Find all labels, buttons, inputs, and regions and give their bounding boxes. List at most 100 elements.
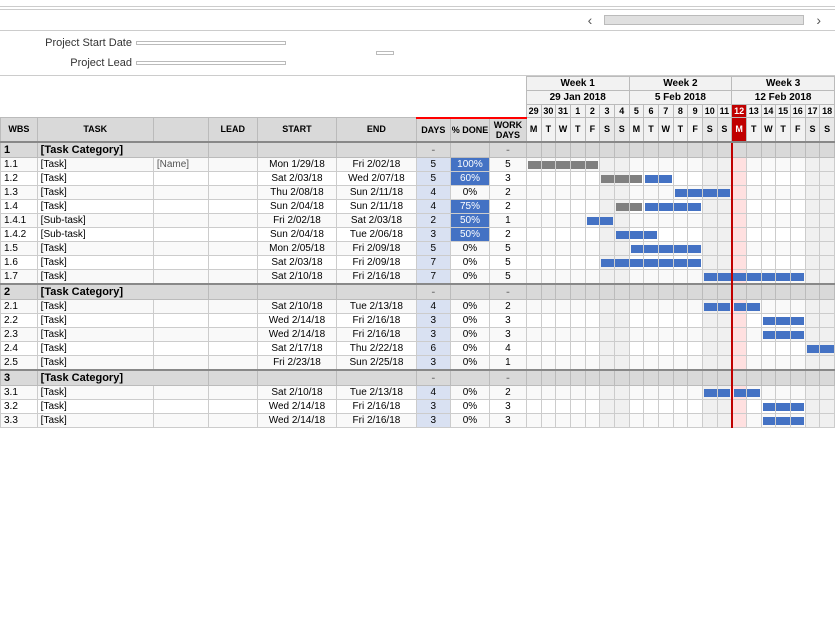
table-row: 2.3[Task]Wed 2/14/18Fri 2/16/1830%3 bbox=[1, 327, 835, 341]
gantt-day-cell bbox=[585, 370, 600, 386]
gantt-day-cell bbox=[761, 142, 776, 158]
gantt-day-cell bbox=[776, 370, 791, 386]
gantt-day-cell bbox=[717, 199, 732, 213]
gantt-day-cell bbox=[688, 241, 703, 255]
start-cell: Wed 2/14/18 bbox=[257, 399, 336, 413]
gantt-day-cell bbox=[717, 269, 732, 284]
gantt-day-cell bbox=[702, 370, 717, 386]
gantt-day-cell bbox=[673, 227, 688, 241]
scroll-right-arrow[interactable]: › bbox=[808, 12, 829, 28]
gantt-day-cell bbox=[658, 355, 673, 370]
gantt-day-cell bbox=[776, 355, 791, 370]
gantt-day-cell bbox=[673, 142, 688, 158]
day-1: 1 bbox=[570, 105, 585, 118]
gantt-day-cell bbox=[761, 171, 776, 185]
gantt-bar bbox=[556, 161, 570, 169]
task-cell: [Task] bbox=[37, 355, 153, 370]
gantt-day-cell bbox=[776, 327, 791, 341]
days-cell: 3 bbox=[416, 399, 450, 413]
gantt-day-cell bbox=[658, 413, 673, 427]
display-week-value[interactable] bbox=[376, 51, 394, 55]
scroll-track[interactable] bbox=[604, 15, 804, 25]
workdays-cell: 2 bbox=[490, 199, 527, 213]
gantt-day-cell bbox=[541, 185, 556, 199]
gantt-day-cell bbox=[746, 185, 761, 199]
gantt-day-cell bbox=[600, 370, 615, 386]
gantt-day-cell bbox=[732, 227, 747, 241]
end-cell: Fri 2/02/18 bbox=[337, 157, 416, 171]
gantt-day-cell bbox=[732, 413, 747, 427]
gantt-day-cell bbox=[600, 299, 615, 313]
gantt-day-cell bbox=[761, 370, 776, 386]
gantt-day-cell bbox=[541, 255, 556, 269]
lead-row: Project Lead bbox=[6, 53, 340, 73]
lead-cell bbox=[208, 227, 257, 241]
name-cell bbox=[153, 355, 208, 370]
gantt-day-cell bbox=[570, 227, 585, 241]
days-cell: 5 bbox=[416, 241, 450, 255]
gantt-day-cell bbox=[614, 370, 629, 386]
gantt-bar bbox=[791, 417, 804, 425]
gantt-day-cell bbox=[732, 213, 747, 227]
gantt-bar bbox=[791, 403, 804, 411]
gantt-bar bbox=[791, 273, 804, 281]
workdays-cell: 4 bbox=[490, 341, 527, 355]
main-table-area: Week 1 Week 2 Week 3 29 Jan 2018 5 Feb 2… bbox=[0, 76, 835, 617]
gantt-bar bbox=[747, 389, 760, 397]
project-lead-value[interactable] bbox=[136, 61, 286, 65]
gantt-day-cell bbox=[556, 413, 571, 427]
gantt-day-cell bbox=[629, 255, 644, 269]
gantt-day-cell bbox=[629, 299, 644, 313]
gantt-day-cell bbox=[820, 399, 835, 413]
gantt-day-cell bbox=[614, 313, 629, 327]
gantt-day-cell bbox=[658, 299, 673, 313]
gantt-day-cell bbox=[790, 413, 805, 427]
name-cell bbox=[153, 341, 208, 355]
name-cell bbox=[153, 185, 208, 199]
gantt-day-cell bbox=[717, 413, 732, 427]
gantt-bar bbox=[763, 317, 776, 325]
name-cell bbox=[153, 269, 208, 284]
gantt-day-cell bbox=[629, 355, 644, 370]
start-cell: Sat 2/10/18 bbox=[257, 269, 336, 284]
week3-date: 12 Feb 2018 bbox=[732, 91, 835, 105]
lead-cell bbox=[208, 213, 257, 227]
gantt-day-cell bbox=[761, 227, 776, 241]
gantt-day-cell bbox=[790, 355, 805, 370]
gantt-day-cell bbox=[541, 341, 556, 355]
week-date-row: 29 Jan 2018 5 Feb 2018 12 Feb 2018 bbox=[1, 91, 835, 105]
gantt-day-cell bbox=[658, 227, 673, 241]
gantt-bar bbox=[776, 273, 790, 281]
letter-F1: F bbox=[585, 118, 600, 142]
gantt-day-cell bbox=[644, 385, 659, 399]
start-cell bbox=[257, 142, 336, 158]
gantt-day-cell bbox=[688, 385, 703, 399]
start-cell: Sun 2/04/18 bbox=[257, 199, 336, 213]
days-cell: 7 bbox=[416, 255, 450, 269]
days-cell: - bbox=[416, 142, 450, 158]
gantt-day-cell bbox=[644, 313, 659, 327]
gantt-day-cell bbox=[629, 341, 644, 355]
table-row: 3.1[Task]Sat 2/10/18Tue 2/13/1840%2 bbox=[1, 385, 835, 399]
gantt-day-cell bbox=[732, 385, 747, 399]
gantt-day-cell bbox=[585, 269, 600, 284]
gantt-day-cell bbox=[556, 171, 571, 185]
lead-cell bbox=[208, 413, 257, 427]
scroll-left-arrow[interactable]: ‹ bbox=[580, 12, 601, 28]
gantt-day-cell bbox=[541, 313, 556, 327]
week1-date: 29 Jan 2018 bbox=[526, 91, 629, 105]
gantt-day-cell bbox=[761, 327, 776, 341]
gantt-day-cell bbox=[776, 255, 791, 269]
gantt-bar bbox=[733, 273, 746, 281]
gantt-day-cell bbox=[717, 142, 732, 158]
gantt-bar bbox=[586, 161, 599, 169]
start-date-value[interactable] bbox=[136, 41, 286, 45]
gantt-day-cell bbox=[600, 355, 615, 370]
table-row: 1.6[Task]Sat 2/03/18Fri 2/09/1870%5 bbox=[1, 255, 835, 269]
gantt-day-cell bbox=[585, 227, 600, 241]
name-cell bbox=[153, 171, 208, 185]
task-cell: [Task Category] bbox=[37, 370, 208, 386]
wbs-cell: 2.2 bbox=[1, 313, 38, 327]
gantt-day-cell bbox=[776, 284, 791, 300]
gantt-day-cell bbox=[570, 413, 585, 427]
